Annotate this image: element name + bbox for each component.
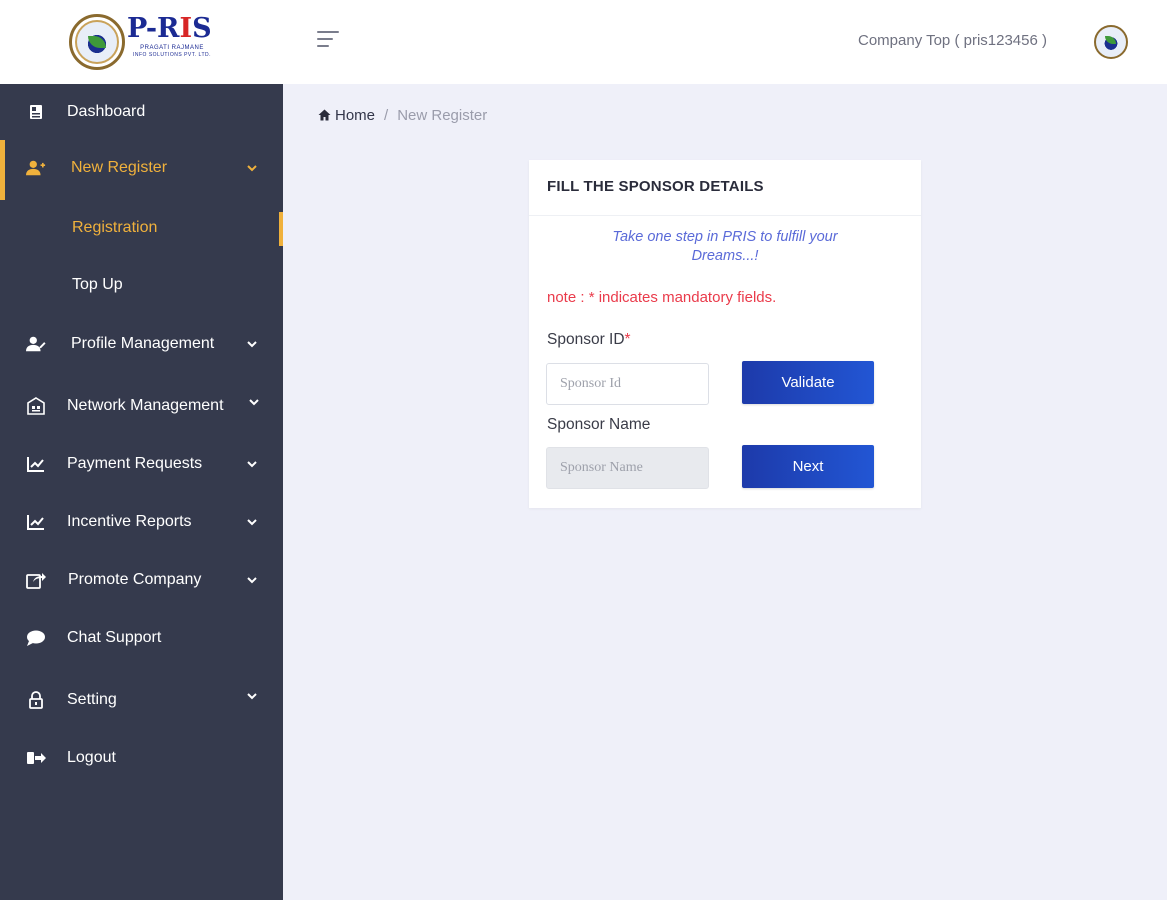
avatar[interactable]: [1094, 25, 1128, 59]
sidebar-item-incentive-reports[interactable]: Incentive Reports: [0, 494, 283, 550]
validate-button[interactable]: Validate: [742, 361, 874, 404]
sidebar-item-label: Payment Requests: [67, 455, 203, 472]
company-account-label: Company Top ( pris123456 ): [858, 32, 1047, 49]
sidebar-item-label: Profile Management: [71, 335, 215, 352]
mandatory-note: note : * indicates mandatory fields.: [547, 289, 777, 306]
chevron-down-icon: [245, 573, 259, 587]
sidebar-item-label: Network Management: [67, 397, 224, 414]
sidebar-item-label: Logout: [67, 749, 116, 766]
add-user-icon: [26, 158, 46, 178]
chevron-down-icon: [245, 457, 259, 471]
logo[interactable]: P-RIS PRAGATI RAJMANE INFO SOLUTIONS PVT…: [0, 0, 283, 84]
chevron-down-icon: [245, 515, 259, 529]
sidebar-subitem-top-up[interactable]: Top Up: [0, 257, 283, 313]
top-bar: Company Top ( pris123456 ): [283, 0, 1167, 84]
brand-company: INFO SOLUTIONS PVT. LTD.: [132, 52, 212, 58]
sidebar-item-dashboard[interactable]: Dashboard: [0, 84, 283, 140]
sidebar-subitem-registration[interactable]: Registration: [0, 200, 283, 256]
chevron-down-icon: [245, 161, 259, 175]
chevron-down-icon: [245, 337, 259, 351]
logo-text: P-RIS PRAGATI RAJMANE INFO SOLUTIONS PVT…: [127, 13, 227, 59]
sponsor-id-input[interactable]: [546, 363, 709, 405]
logout-icon: [26, 748, 46, 768]
user-edit-icon: [26, 334, 46, 354]
breadcrumb-home-link[interactable]: Home: [335, 107, 375, 124]
chart-icon: [26, 512, 46, 532]
card-title: FILL THE SPONSOR DETAILS: [547, 178, 764, 195]
sidebar-item-label: Promote Company: [68, 571, 202, 588]
sidebar-item-logout[interactable]: Logout: [0, 730, 283, 786]
breadcrumb-separator: /: [384, 106, 389, 124]
sidebar-item-label: Dashboard: [67, 103, 146, 120]
sidebar-item-network-management[interactable]: Network Management: [0, 378, 283, 434]
sidebar: P-RIS PRAGATI RAJMANE INFO SOLUTIONS PVT…: [0, 0, 283, 900]
network-icon: [26, 396, 46, 416]
menu-toggle-icon[interactable]: [317, 31, 341, 49]
brand-subtitle: PRAGATI RAJMANE: [140, 45, 204, 51]
share-icon: [26, 570, 46, 590]
dashboard-icon: [26, 102, 46, 122]
sidebar-item-setting[interactable]: Setting: [0, 672, 283, 728]
sidebar-item-label: New Register: [71, 159, 168, 176]
breadcrumb: Home / New Register: [318, 105, 487, 125]
sidebar-item-promote-company[interactable]: Promote Company: [0, 552, 283, 608]
sidebar-item-label: Registration: [72, 219, 158, 236]
sidebar-item-chat-support[interactable]: Chat Support: [0, 610, 283, 666]
brand-name: P-RIS: [127, 13, 212, 44]
chat-icon: [26, 628, 46, 648]
required-marker: *: [624, 331, 631, 348]
logo-emblem-icon: [69, 14, 125, 70]
sidebar-item-label: Chat Support: [67, 629, 162, 646]
card-header: FILL THE SPONSOR DETAILS: [529, 160, 921, 216]
tagline: Take one step in PRIS to fulfill your Dr…: [612, 229, 838, 264]
sidebar-item-new-register[interactable]: New Register: [0, 140, 283, 200]
sidebar-item-label: Incentive Reports: [67, 513, 192, 530]
sponsor-id-label: Sponsor ID*: [547, 331, 631, 348]
sponsor-details-card: FILL THE SPONSOR DETAILS Take one step i…: [529, 160, 921, 508]
chevron-down-icon: [245, 690, 259, 704]
sidebar-item-label: Setting: [67, 691, 117, 708]
sidebar-item-payment-requests[interactable]: Payment Requests: [0, 436, 283, 492]
lock-icon: [26, 690, 46, 710]
sidebar-item-label: Top Up: [72, 276, 123, 293]
chart-icon: [26, 454, 46, 474]
sponsor-name-label: Sponsor Name: [547, 416, 651, 433]
chevron-down-icon: [247, 396, 261, 410]
sidebar-item-profile-management[interactable]: Profile Management: [0, 316, 283, 372]
home-icon: [318, 109, 331, 121]
breadcrumb-current: New Register: [397, 106, 488, 124]
sponsor-name-input: [546, 447, 709, 489]
next-button[interactable]: Next: [742, 445, 874, 488]
